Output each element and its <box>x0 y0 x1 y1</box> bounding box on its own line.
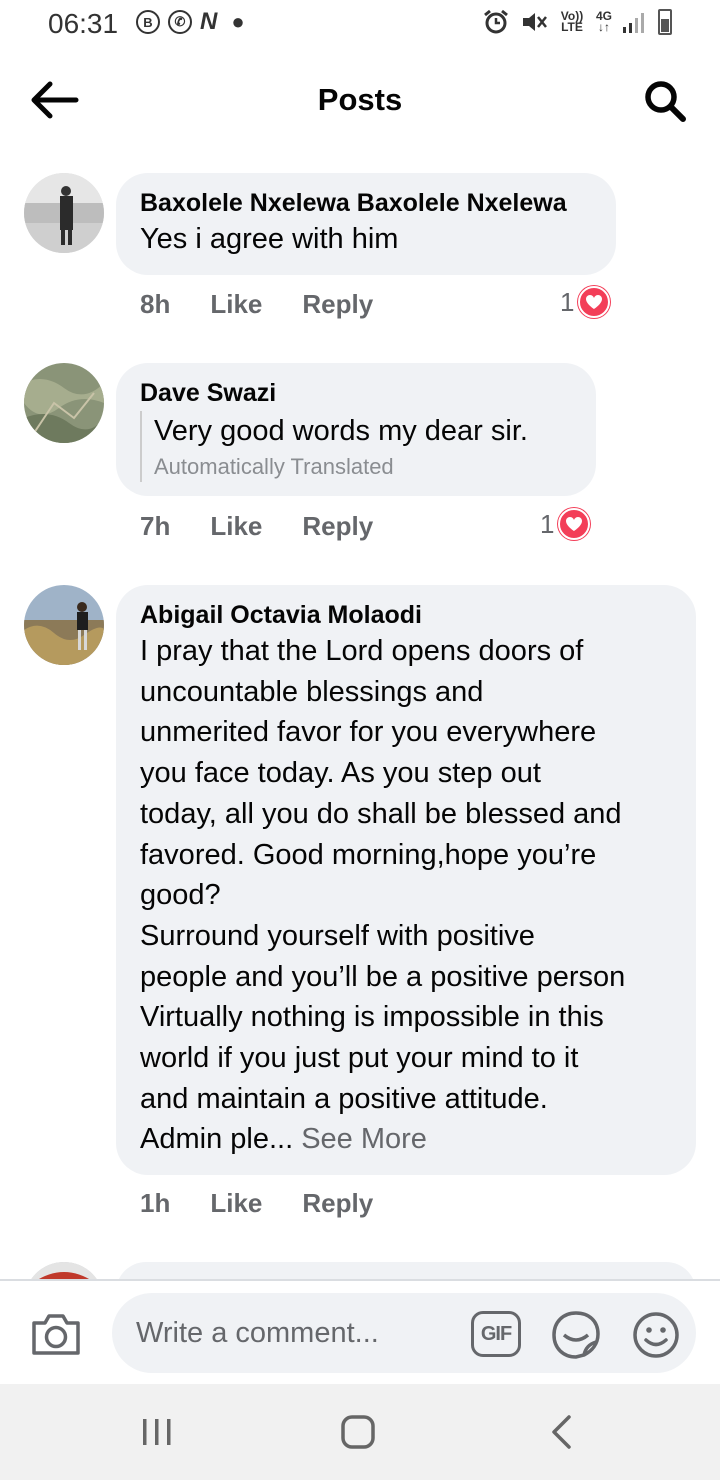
page-title: Posts <box>317 82 403 117</box>
comment-text: Yes i agree with him <box>140 223 399 255</box>
system-nav-bar <box>0 1384 720 1480</box>
translated-block: Very good words my dear sir. Automatical… <box>140 411 572 482</box>
avatar-photo <box>24 173 104 253</box>
comment-author[interactable]: Baxolele Nxelewa Baxolele Nxelewa <box>140 187 592 219</box>
reaction-summary[interactable]: 1 <box>560 286 611 318</box>
reply-button[interactable]: Reply <box>302 289 373 320</box>
reply-button[interactable]: Reply <box>302 1188 373 1219</box>
volte-icon: Vo)) LTE <box>560 9 584 34</box>
see-more-link[interactable]: See More <box>301 1123 427 1155</box>
avatar[interactable] <box>24 363 104 443</box>
translation-note[interactable]: Automatically Translated <box>154 452 572 482</box>
comment-input[interactable] <box>112 1293 696 1373</box>
comment-author[interactable]: Dave Swazi <box>140 377 572 409</box>
comment-bubble[interactable]: Dave Swazi Very good words my dear sir. … <box>116 363 596 496</box>
back-chevron-icon <box>552 1415 571 1449</box>
mute-icon <box>522 13 547 31</box>
camera-icon[interactable] <box>30 1311 82 1357</box>
avatar-photo <box>24 585 104 665</box>
comment-age[interactable]: 7h <box>140 511 170 542</box>
heart-icon <box>578 286 611 318</box>
data-arrows-icon: ↓↑ <box>597 20 610 34</box>
comment-actions: 8h Like Reply <box>140 289 413 320</box>
back-button[interactable] <box>536 1412 586 1452</box>
alarm-icon <box>484 9 508 34</box>
signal-icon <box>623 13 644 33</box>
comment-text-block: I pray that the Lord opens doors of unco… <box>140 631 672 1160</box>
home-icon <box>341 1415 375 1449</box>
heart-icon <box>558 508 591 540</box>
like-button[interactable]: Like <box>210 289 262 320</box>
reaction-summary[interactable]: 1 <box>540 508 591 540</box>
gif-button[interactable]: GIF <box>471 1311 521 1357</box>
reply-button[interactable]: Reply <box>302 511 373 542</box>
avatar-photo <box>24 363 104 443</box>
network-type-icon: 4G ↓↑ <box>596 10 612 34</box>
sticker-icon[interactable] <box>550 1309 602 1361</box>
like-button[interactable]: Like <box>210 511 262 542</box>
comment-composer: GIF <box>0 1279 720 1384</box>
battery-icon <box>658 9 672 35</box>
app-header: Posts <box>0 60 720 140</box>
comment-age[interactable]: 1h <box>140 1188 170 1219</box>
comment-actions: 7h Like Reply <box>140 511 413 542</box>
like-button[interactable]: Like <box>210 1188 262 1219</box>
b-notification-icon: B <box>136 10 160 34</box>
whatsapp-icon: ✆ <box>168 10 192 34</box>
status-bar: 06:31 B ✆ N ● Vo)) LTE 4G ↓↑ <box>0 0 720 48</box>
avatar[interactable] <box>24 585 104 665</box>
more-notifications-icon: ● <box>231 9 245 34</box>
comment-bubble[interactable]: Abigail Octavia Molaodi I pray that the … <box>116 585 696 1175</box>
system-icons: Vo)) LTE 4G ↓↑ <box>482 8 672 36</box>
recent-apps-button[interactable] <box>132 1412 182 1452</box>
comment-text: I pray that the Lord opens doors of unco… <box>140 635 626 1156</box>
comment-text: Very good words my dear sir. <box>154 415 528 447</box>
recent-apps-icon <box>143 1419 171 1445</box>
home-button[interactable] <box>333 1412 383 1452</box>
reaction-count: 1 <box>540 508 555 539</box>
comment-actions: 1h Like Reply <box>140 1188 413 1219</box>
comment-age[interactable]: 8h <box>140 289 170 320</box>
reaction-count: 1 <box>560 286 575 317</box>
search-icon[interactable] <box>640 76 690 126</box>
notification-icons: B ✆ N ● <box>136 8 245 36</box>
n-notification-icon: N <box>200 8 218 35</box>
avatar[interactable] <box>24 173 104 253</box>
comment-author[interactable]: Abigail Octavia Molaodi <box>140 599 672 631</box>
comment-bubble[interactable]: Baxolele Nxelewa Baxolele Nxelewa Yes i … <box>116 173 616 275</box>
emoji-icon[interactable] <box>630 1309 682 1361</box>
status-time: 06:31 <box>48 8 119 39</box>
